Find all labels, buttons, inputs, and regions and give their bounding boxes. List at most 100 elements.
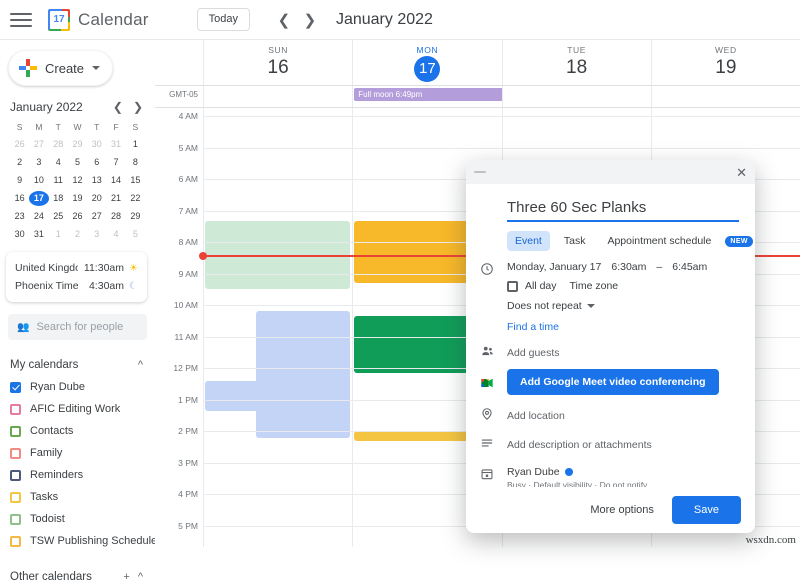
mini-calendar-day[interactable]: 30 xyxy=(87,137,106,152)
day-header-tue[interactable]: TUE 18 xyxy=(501,40,651,85)
repeat-dropdown[interactable]: Does not repeat xyxy=(507,300,741,312)
mini-calendar-day[interactable]: 2 xyxy=(10,155,29,170)
dialog-title-bar[interactable]: ✕ xyxy=(466,160,755,184)
mini-calendar-day[interactable]: 27 xyxy=(87,209,106,224)
location-row[interactable]: Add location xyxy=(480,406,741,424)
save-button[interactable]: Save xyxy=(671,496,741,524)
calendar-checkbox[interactable] xyxy=(10,535,21,547)
mini-calendar-day[interactable]: 12 xyxy=(68,173,87,188)
mini-calendar-day[interactable]: 11 xyxy=(49,173,68,188)
all-day-cell[interactable] xyxy=(203,86,352,107)
mini-calendar-day[interactable]: 29 xyxy=(68,137,87,152)
mini-calendar-day[interactable]: 5 xyxy=(68,155,87,170)
calendar-checkbox[interactable] xyxy=(10,403,21,415)
mini-calendar-day[interactable]: 21 xyxy=(106,191,125,206)
mini-calendar-day[interactable]: 23 xyxy=(10,209,29,224)
add-google-meet-button[interactable]: Add Google Meet video conferencing xyxy=(507,369,719,395)
drag-handle-icon[interactable] xyxy=(474,171,486,173)
mini-calendar-day[interactable]: 29 xyxy=(126,209,145,224)
mini-calendar-day[interactable]: 22 xyxy=(126,191,145,206)
tab-task[interactable]: Task xyxy=(556,231,594,251)
all-day-cell[interactable]: Full moon 6:49pm xyxy=(352,86,503,107)
mini-calendar-day[interactable]: 17 xyxy=(29,191,49,206)
search-for-people-input[interactable]: 👥 Search for people xyxy=(8,314,147,340)
mini-calendar-day[interactable]: 10 xyxy=(29,173,48,188)
mini-calendar-day[interactable]: 3 xyxy=(29,155,48,170)
mini-calendar-day[interactable]: 30 xyxy=(10,227,29,242)
mini-calendar-day[interactable]: 15 xyxy=(126,173,145,188)
mini-calendar-day[interactable]: 16 xyxy=(10,191,29,206)
mini-calendar-day[interactable]: 24 xyxy=(29,209,48,224)
more-options-button[interactable]: More options xyxy=(584,503,660,517)
guests-row[interactable]: Add guests xyxy=(480,343,741,361)
mini-calendar-day[interactable]: 28 xyxy=(49,137,68,152)
description-row[interactable]: Add description or attachments xyxy=(480,435,741,453)
today-button[interactable]: Today xyxy=(196,8,250,31)
calendar-list-item[interactable]: AFIC Editing Work xyxy=(10,398,147,420)
day-number[interactable]: 19 xyxy=(715,56,736,80)
mini-calendar-day[interactable]: 4 xyxy=(106,227,125,242)
mini-calendar-day[interactable]: 1 xyxy=(49,227,68,242)
mini-calendar-day[interactable]: 31 xyxy=(29,227,48,242)
event-start-time[interactable]: 6:30am xyxy=(611,261,646,273)
event-title-input[interactable] xyxy=(507,196,739,222)
day-number[interactable]: 17 xyxy=(414,56,441,82)
mini-calendar-prev-icon[interactable]: ❮ xyxy=(113,101,123,113)
chevron-up-icon[interactable]: ^ xyxy=(134,359,147,371)
day-number[interactable]: 18 xyxy=(566,56,587,80)
find-a-time-link[interactable]: Find a time xyxy=(507,321,741,333)
mini-calendar-next-icon[interactable]: ❯ xyxy=(133,101,143,113)
all-day-cell[interactable] xyxy=(501,86,651,107)
calendar-checkbox[interactable] xyxy=(10,491,21,503)
event-date[interactable]: Monday, January 17 xyxy=(507,261,601,273)
all-day-cell[interactable] xyxy=(650,86,800,107)
chevron-right-icon[interactable]: ❯ xyxy=(298,8,322,32)
day-header-sun[interactable]: SUN 16 xyxy=(203,40,352,85)
calendar-checkbox[interactable] xyxy=(10,469,21,481)
mini-calendar-day[interactable]: 31 xyxy=(106,137,125,152)
calendar-checkbox[interactable] xyxy=(10,513,21,525)
my-calendars-header[interactable]: My calendars ^ xyxy=(10,354,147,376)
event-end-time[interactable]: 6:45am xyxy=(672,261,707,273)
mini-calendar-day[interactable]: 28 xyxy=(106,209,125,224)
mini-calendar-day[interactable]: 18 xyxy=(49,191,68,206)
create-button[interactable]: Create xyxy=(8,50,114,86)
calendar-list-item[interactable]: Contacts xyxy=(10,420,147,442)
close-icon[interactable]: ✕ xyxy=(736,166,747,179)
calendar-checkbox[interactable] xyxy=(10,381,21,393)
mini-calendar-day[interactable]: 5 xyxy=(126,227,145,242)
mini-calendar-day[interactable]: 7 xyxy=(106,155,125,170)
day-header-wed[interactable]: WED 19 xyxy=(650,40,800,85)
mini-calendar-day[interactable]: 14 xyxy=(106,173,125,188)
add-guests-placeholder[interactable]: Add guests xyxy=(507,347,560,359)
mini-calendar-day[interactable]: 20 xyxy=(87,191,106,206)
calendar-list-item[interactable]: Family xyxy=(10,442,147,464)
tab-appointment-schedule[interactable]: Appointment schedule xyxy=(599,231,719,251)
day-number[interactable]: 16 xyxy=(268,56,289,80)
mini-calendar-day[interactable]: 13 xyxy=(87,173,106,188)
mini-calendar-day[interactable]: 4 xyxy=(49,155,68,170)
calendar-list-item[interactable]: Tasks xyxy=(10,486,147,508)
mini-calendar-day[interactable]: 26 xyxy=(68,209,87,224)
calendar-checkbox[interactable] xyxy=(10,447,21,459)
mini-calendar-day[interactable]: 27 xyxy=(29,137,48,152)
calendar-event[interactable] xyxy=(255,311,351,438)
mini-calendar-day[interactable]: 26 xyxy=(10,137,29,152)
time-zone-button[interactable]: Time zone xyxy=(570,280,619,292)
mini-calendar-day[interactable]: 2 xyxy=(68,227,87,242)
calendar-event[interactable] xyxy=(205,381,279,411)
plus-icon[interactable]: + xyxy=(119,571,133,583)
tab-event[interactable]: Event xyxy=(507,231,550,251)
all-day-label[interactable]: All day xyxy=(525,280,557,292)
all-day-checkbox[interactable] xyxy=(507,280,518,292)
mini-calendar-day[interactable]: 9 xyxy=(10,173,29,188)
all-day-event-chip[interactable]: Full moon 6:49pm xyxy=(354,88,503,101)
mini-calendar-day[interactable]: 8 xyxy=(126,155,145,170)
other-calendars-header[interactable]: Other calendars + ^ xyxy=(10,566,147,588)
day-column[interactable] xyxy=(203,108,352,547)
day-header-mon[interactable]: MON 17 xyxy=(352,40,501,85)
calendar-list-item[interactable]: TSW Publishing Schedule xyxy=(10,530,157,552)
calendar-list-item[interactable]: Todoist xyxy=(10,508,147,530)
calendar-list-item[interactable]: Ryan Dube xyxy=(10,376,147,398)
mini-calendar-day[interactable]: 25 xyxy=(49,209,68,224)
